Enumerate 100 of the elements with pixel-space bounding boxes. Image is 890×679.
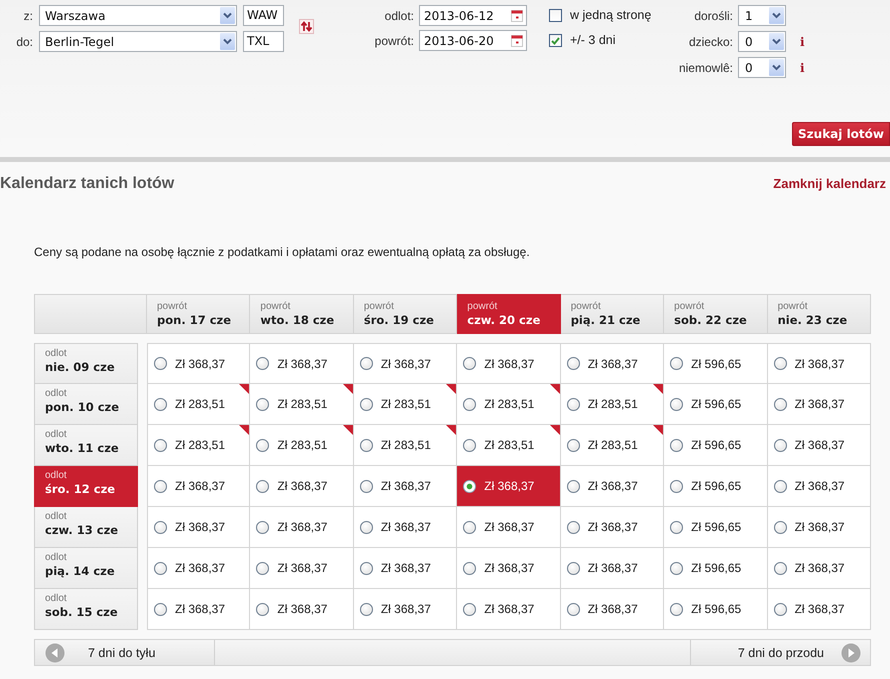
radio-button[interactable] (360, 562, 373, 574)
fare-price: Zł 368,37 (484, 520, 534, 534)
return-date-header[interactable]: powrót pon. 17 cze (147, 294, 250, 334)
radio-button[interactable] (670, 562, 684, 574)
fare-price: Zł 283,51 (380, 397, 431, 411)
fare-price: Zł 596,65 (691, 438, 742, 452)
radio-button[interactable] (566, 438, 580, 452)
search-flights-button[interactable]: Szukaj lotów (792, 122, 890, 146)
radio-button[interactable] (566, 602, 580, 616)
field-label: powrót: (374, 34, 414, 48)
departure-date-header[interactable]: odlot wto. 11 cze (34, 425, 138, 466)
return-date-header[interactable]: powrót śro. 19 cze (354, 294, 458, 334)
radio-button[interactable] (360, 357, 373, 370)
fare-price: Zł 368,37 (380, 561, 431, 575)
date-field[interactable]: 2013-06-20 (419, 30, 527, 51)
radio-button[interactable] (774, 520, 787, 534)
date-field[interactable]: 2013-06-12 (419, 5, 527, 26)
fare-price: Zł 283,51 (484, 397, 534, 411)
radio-button[interactable] (256, 602, 270, 616)
radio-button[interactable] (360, 520, 373, 534)
radio-button[interactable] (463, 398, 476, 410)
checkbox[interactable] (549, 34, 562, 47)
radio-button[interactable] (463, 438, 476, 452)
radio-button[interactable] (774, 357, 787, 370)
radio-button[interactable] (566, 398, 580, 410)
radio-button[interactable] (360, 602, 373, 616)
fare-price: Zł 368,37 (175, 356, 226, 370)
field-label: odlot: (384, 8, 414, 22)
departure-date-header[interactable]: odlot śro. 12 cze (34, 466, 138, 507)
radio-button[interactable] (360, 438, 373, 452)
radio-button[interactable] (256, 520, 270, 534)
radio-button[interactable] (154, 357, 167, 370)
fare-price: Zł 283,51 (277, 397, 328, 411)
checkbox-label: +/- 3 dni (570, 32, 617, 49)
radio-button[interactable] (360, 398, 373, 410)
departure-date-header[interactable]: odlot pią. 14 cze (34, 548, 138, 589)
departure-date-header[interactable]: odlot sob. 15 cze (34, 589, 138, 630)
fare-price: Zł 368,37 (588, 479, 638, 493)
fare-price: Zł 596,65 (691, 561, 742, 575)
radio-button[interactable] (463, 602, 476, 616)
return-date-header[interactable]: powrót pią. 21 cze (560, 294, 664, 334)
radio-button[interactable] (463, 357, 476, 370)
info-icon[interactable]: i (800, 34, 805, 48)
fare-price: Zł 596,65 (691, 479, 742, 493)
radio-button[interactable] (256, 398, 270, 410)
chevron-down-icon (769, 33, 784, 50)
radio-button[interactable] (154, 602, 167, 616)
radio-button[interactable] (463, 480, 476, 492)
radio-button[interactable] (256, 480, 270, 492)
return-date-header[interactable]: powrót wto. 18 cze (250, 294, 354, 334)
fare-price: Zł 368,37 (484, 356, 534, 370)
fare-price: Zł 368,37 (588, 602, 638, 616)
radio-button[interactable] (670, 398, 684, 410)
radio-button[interactable] (670, 357, 684, 370)
fare-price: Zł 596,65 (691, 520, 742, 534)
airport-code-field[interactable]: WAW (243, 5, 284, 26)
radio-button[interactable] (774, 562, 787, 574)
radio-button[interactable] (256, 562, 270, 574)
info-icon[interactable]: i (800, 60, 805, 74)
airport-select[interactable]: Warszawa (39, 5, 237, 26)
radio-button[interactable] (670, 602, 684, 616)
radio-button[interactable] (463, 562, 476, 574)
checkbox[interactable] (549, 9, 562, 22)
departure-date-header[interactable]: odlot pon. 10 cze (34, 384, 138, 425)
radio-button[interactable] (670, 438, 684, 452)
fare-price: Zł 368,37 (588, 561, 638, 575)
radio-button[interactable] (154, 438, 167, 452)
airport-select[interactable]: Berlin-Tegel (39, 31, 237, 52)
return-date-header[interactable]: powrót sob. 22 cze (664, 294, 768, 334)
radio-button[interactable] (670, 480, 684, 492)
radio-button[interactable] (566, 480, 580, 492)
radio-button[interactable] (774, 602, 787, 616)
close-calendar-link[interactable]: Zamknij kalendarz (773, 176, 886, 191)
radio-button[interactable] (154, 480, 167, 492)
return-date-header[interactable]: powrót czw. 20 cze (457, 294, 561, 334)
passenger-count-select[interactable]: 0 (738, 57, 786, 78)
radio-button[interactable] (774, 438, 787, 452)
departure-date-header[interactable]: odlot nie. 09 cze (34, 343, 138, 384)
radio-button[interactable] (566, 562, 580, 574)
radio-button[interactable] (774, 480, 787, 492)
radio-button[interactable] (154, 562, 167, 574)
swap-arrows-icon[interactable] (299, 18, 314, 34)
calendar-icon[interactable] (511, 10, 523, 22)
radio-button[interactable] (774, 398, 787, 410)
radio-button[interactable] (256, 438, 270, 452)
radio-button[interactable] (566, 520, 580, 534)
radio-button[interactable] (154, 398, 167, 410)
return-date-header[interactable]: powrót nie. 23 cze (768, 294, 871, 334)
departure-date-header[interactable]: odlot czw. 13 cze (34, 507, 138, 548)
radio-button[interactable] (256, 357, 270, 370)
fare-price: Zł 283,51 (175, 438, 226, 452)
passenger-count-select[interactable]: 1 (738, 5, 786, 26)
radio-button[interactable] (463, 520, 476, 534)
radio-button[interactable] (154, 520, 167, 534)
airport-code-field[interactable]: TXL (243, 31, 284, 52)
radio-button[interactable] (566, 357, 580, 370)
radio-button[interactable] (360, 480, 373, 492)
calendar-icon[interactable] (511, 34, 523, 46)
radio-button[interactable] (670, 520, 684, 534)
passenger-count-select[interactable]: 0 (738, 31, 786, 52)
